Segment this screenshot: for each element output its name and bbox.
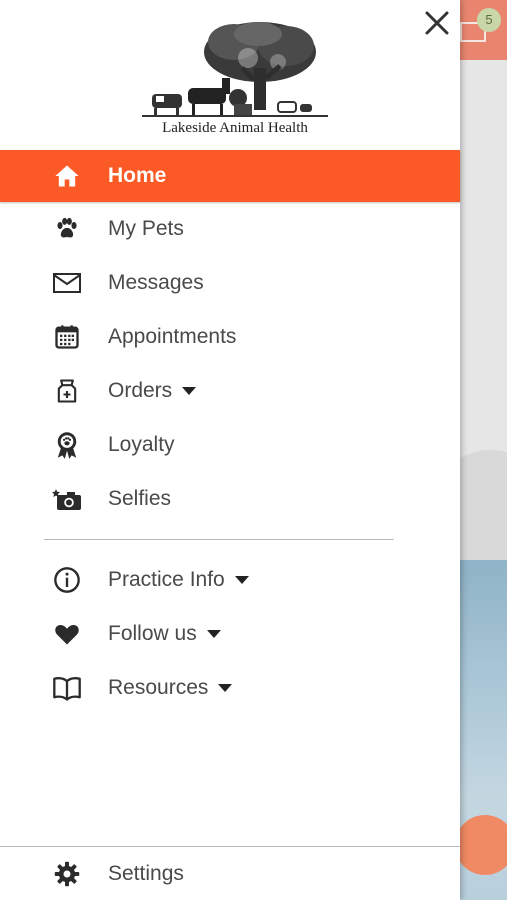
chevron-down-icon xyxy=(182,387,197,395)
menu-item-loyalty[interactable]: Loyalty xyxy=(0,418,460,472)
close-button[interactable] xyxy=(420,6,454,40)
menu-item-settings[interactable]: Settings xyxy=(0,848,460,900)
chevron-down-icon xyxy=(234,576,249,584)
calendar-icon xyxy=(52,322,82,352)
menu-item-label: Orders xyxy=(108,379,197,403)
menu-item-label: Home xyxy=(108,164,167,187)
menu-item-label: Follow us xyxy=(108,622,221,646)
camera-icon xyxy=(52,484,82,514)
chevron-down-icon xyxy=(218,684,233,692)
menu-item-follow-us[interactable]: Follow us xyxy=(0,607,460,661)
menu-item-selfies[interactable]: Selfies xyxy=(0,472,460,526)
menu-item-label: Practice Info xyxy=(108,568,249,592)
book-icon xyxy=(52,673,82,703)
main-menu: Home My Pets Messages Appointments Order… xyxy=(0,150,460,715)
close-icon xyxy=(425,11,449,35)
menu-divider xyxy=(44,539,394,540)
menu-item-label: Resources xyxy=(108,676,233,700)
menu-item-messages[interactable]: Messages xyxy=(0,256,460,310)
menu-item-my-pets[interactable]: My Pets xyxy=(0,202,460,256)
home-icon xyxy=(52,161,82,191)
menu-item-appointments[interactable]: Appointments xyxy=(0,310,460,364)
practice-logo: Lakeside Animal Health xyxy=(138,20,332,142)
floating-action-button[interactable] xyxy=(460,815,507,875)
notification-badge: 5 xyxy=(477,8,501,32)
menu-item-label: Appointments xyxy=(108,325,237,348)
practice-name: Lakeside Animal Health xyxy=(162,120,308,136)
menu-item-resources[interactable]: Resources xyxy=(0,661,460,715)
background-circle xyxy=(460,450,507,570)
heart-icon xyxy=(52,619,82,649)
tree-animals-illustration xyxy=(142,22,328,117)
settings-divider xyxy=(0,846,460,847)
settings-label: Settings xyxy=(108,862,184,885)
navigation-drawer: Lakeside Animal Health Home My Pets Mess… xyxy=(0,0,460,900)
envelope-icon xyxy=(52,268,82,298)
chevron-down-icon xyxy=(206,630,221,638)
menu-item-label: Selfies xyxy=(108,487,172,510)
menu-item-orders[interactable]: Orders xyxy=(0,364,460,418)
menu-item-label: Loyalty xyxy=(108,433,175,456)
menu-item-label: Messages xyxy=(108,271,204,294)
menu-item-home[interactable]: Home xyxy=(0,150,460,202)
food-bag-icon xyxy=(52,376,82,406)
menu-item-practice-info[interactable]: Practice Info xyxy=(0,553,460,607)
paw-icon xyxy=(52,214,82,244)
background-app: 5 xyxy=(460,0,507,900)
gear-icon xyxy=(52,859,82,889)
award-ribbon-icon xyxy=(52,430,82,460)
menu-item-label: My Pets xyxy=(108,217,184,240)
info-icon xyxy=(52,565,82,595)
